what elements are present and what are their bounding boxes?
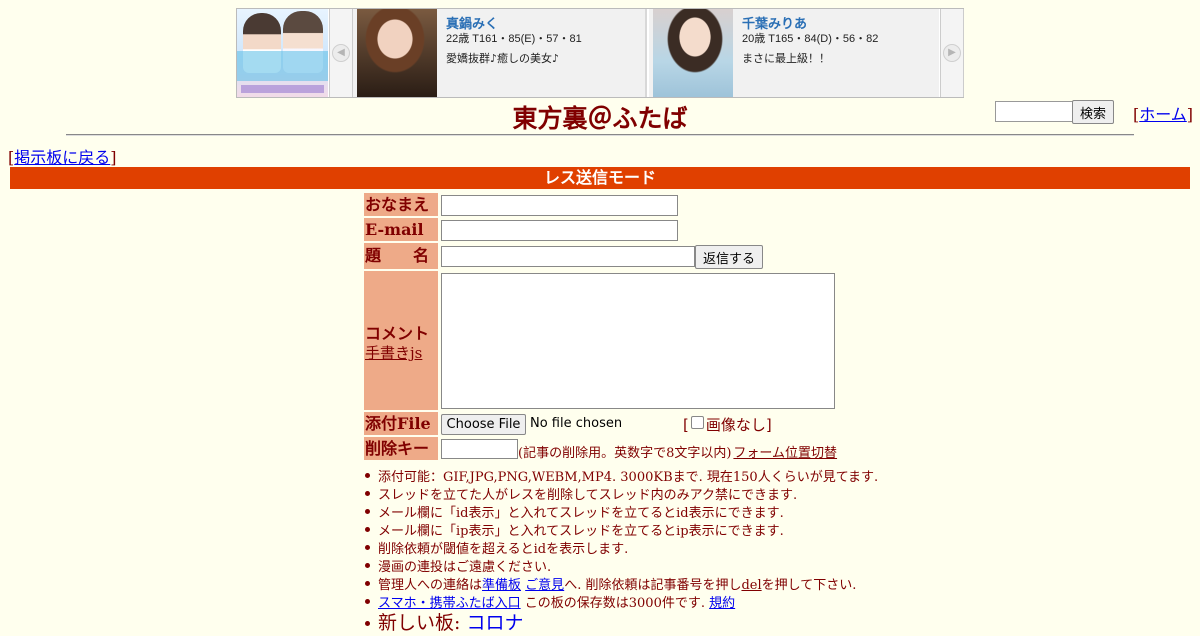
search-input[interactable] <box>995 101 1073 122</box>
comment-label-text: コメント <box>365 324 430 343</box>
no-image-label: 画像なし <box>705 416 766 434</box>
list-item: 添付可能：GIF,JPG,PNG,WEBM,MP4. 3000KBまで. 現在1… <box>364 466 924 485</box>
bullet-icon <box>365 491 370 496</box>
note-text: メール欄に「ip表示」と入れてスレッドを立てるとip表示にできます. <box>378 524 784 539</box>
email-field[interactable] <box>441 220 678 241</box>
submit-reply-button[interactable]: 返信する <box>695 245 763 269</box>
back-to-board-link[interactable]: 掲示板に戻る <box>14 148 110 167</box>
bullet-icon <box>365 581 370 586</box>
chevron-left-icon: ◀ <box>332 44 350 62</box>
note-text: スレッドを立てた人がレスを削除してスレッド内のみアク禁にできます. <box>378 488 798 503</box>
no-image-checkbox[interactable] <box>690 416 704 429</box>
ad-photo[interactable] <box>653 9 733 97</box>
delete-key-note: (記事の削除用。英数字で8文字以内) フォーム位置切替 <box>518 442 837 461</box>
list-item: メール欄に「id表示」と入れてスレッドを立てるとid表示にできます. <box>364 502 924 521</box>
list-item: 削除依頼が閾値を超えるとidを表示します. <box>364 538 924 557</box>
note-text: 管理人への連絡は <box>378 578 483 593</box>
bracket-close: ] <box>110 148 117 167</box>
list-item: 漫画の連投はご遠慮ください. <box>364 556 924 575</box>
handwriting-js-link[interactable]: 手書きjs <box>365 342 422 363</box>
bullet-icon <box>365 473 370 478</box>
ad-photo[interactable] <box>357 9 437 97</box>
note-text: メール欄に「id表示」と入れてスレッドを立てるとid表示にできます. <box>378 506 784 521</box>
list-item: 管理人への連絡は準備板 ご意見へ. 削除依頼は記事番号を押しdelを押して下さい… <box>364 574 924 593</box>
chevron-right-icon: ▶ <box>943 44 961 62</box>
name-field[interactable] <box>441 195 678 216</box>
delete-key-hint: (記事の削除用。英数字で8文字以内) <box>518 446 732 461</box>
ad-card[interactable]: 真鍋みく 22歳 T161・85(E)・57・81 愛嬌抜群♪癒しの美女♪ <box>353 9 647 97</box>
file-status: No file chosen <box>530 416 623 431</box>
mobile-entrance-link[interactable]: スマホ・携帯ふたば入口 <box>378 596 521 611</box>
bracket-close: ] <box>765 416 772 434</box>
subject-label-char-2: 名 <box>413 246 430 265</box>
carousel-next-button[interactable]: ▶ <box>940 9 964 97</box>
board-rules-list: 添付可能：GIF,JPG,PNG,WEBM,MP4. 3000KBまで. 現在1… <box>364 466 924 634</box>
bullet-icon <box>365 563 370 568</box>
subject-label: 題 名 <box>364 243 438 269</box>
header-divider <box>66 134 1134 136</box>
form-position-toggle-link[interactable]: フォーム位置切替 <box>733 446 837 461</box>
back-nav: [掲示板に戻る] <box>8 144 117 168</box>
terms-link[interactable]: 規約 <box>709 596 735 611</box>
name-label: おなまえ <box>364 193 438 216</box>
ad-stats: 22歳 T161・85(E)・57・81 <box>446 33 582 45</box>
home-nav: [ホーム] <box>1133 101 1193 125</box>
delete-key-label: 削除キー <box>364 437 438 460</box>
carousel-prev-button[interactable]: ◀ <box>329 9 353 97</box>
feedback-link[interactable]: ご意見 <box>525 578 564 593</box>
ad-description: まさに最上級！！ <box>742 52 830 65</box>
home-link[interactable]: ホーム <box>1139 105 1187 124</box>
bracket-open: [ <box>683 416 689 434</box>
comment-textarea[interactable] <box>441 273 835 409</box>
bullet-icon <box>365 545 370 550</box>
delete-key-field[interactable] <box>441 439 518 459</box>
bracket-close: ] <box>1186 105 1194 124</box>
email-label: E-mail <box>364 218 438 241</box>
list-item: メール欄に「ip表示」と入れてスレッドを立てるとip表示にできます. <box>364 520 924 539</box>
new-board-link[interactable]: コロナ <box>466 612 523 634</box>
note-text: を押して下さい. <box>761 578 857 593</box>
search-button[interactable]: 検索 <box>1072 100 1114 124</box>
note-text: 削除依頼が閾値を超えるとidを表示します. <box>378 542 629 557</box>
ad-description: 愛嬌抜群♪癒しの美女♪ <box>446 52 560 65</box>
ad-banner-image[interactable] <box>237 9 328 97</box>
subject-field[interactable] <box>441 246 695 267</box>
ad-stats: 20歳 T165・84(D)・56・82 <box>742 33 879 45</box>
prep-board-link[interactable]: 準備板 <box>482 578 521 593</box>
list-item: スレッドを立てた人がレスを削除してスレッド内のみアク禁にできます. <box>364 484 924 503</box>
reply-mode-banner: レス送信モード <box>10 167 1190 189</box>
no-image-option: [ 画像なし] <box>683 414 772 435</box>
note-text: 添付可能：GIF,JPG,PNG,WEBM,MP4. 3000KBまで. 現在1… <box>378 470 879 485</box>
subject-label-char-1: 題 <box>365 246 382 265</box>
bullet-icon <box>365 621 370 626</box>
note-text: この板の保存数は3000件です. <box>524 596 705 611</box>
list-item: スマホ・携帯ふたば入口 この板の保存数は3000件です. 規約 <box>364 592 924 611</box>
bullet-icon <box>365 509 370 514</box>
ad-card[interactable]: 千葉みりあ 20歳 T165・84(D)・56・82 まさに最上級！！ <box>649 9 939 97</box>
choose-file-button[interactable]: Choose File <box>441 414 526 435</box>
ad-carousel: ◀ 真鍋みく 22歳 T161・85(E)・57・81 愛嬌抜群♪癒しの美女♪ … <box>236 8 964 98</box>
comment-label: コメント 手書きjs <box>364 271 438 410</box>
bullet-icon <box>365 527 370 532</box>
bullet-icon <box>365 599 370 604</box>
list-item: 新しい板: コロナ <box>364 610 924 634</box>
note-text: 新しい板: <box>378 612 467 634</box>
note-text: 漫画の連投はご遠慮ください. <box>378 560 552 575</box>
del-link[interactable]: del <box>741 578 761 593</box>
banner-text-band <box>237 51 328 81</box>
note-text: へ. 削除依頼は記事番号を押し <box>564 578 742 593</box>
file-label: 添付File <box>364 412 438 435</box>
banner-logo-strip <box>241 85 324 93</box>
